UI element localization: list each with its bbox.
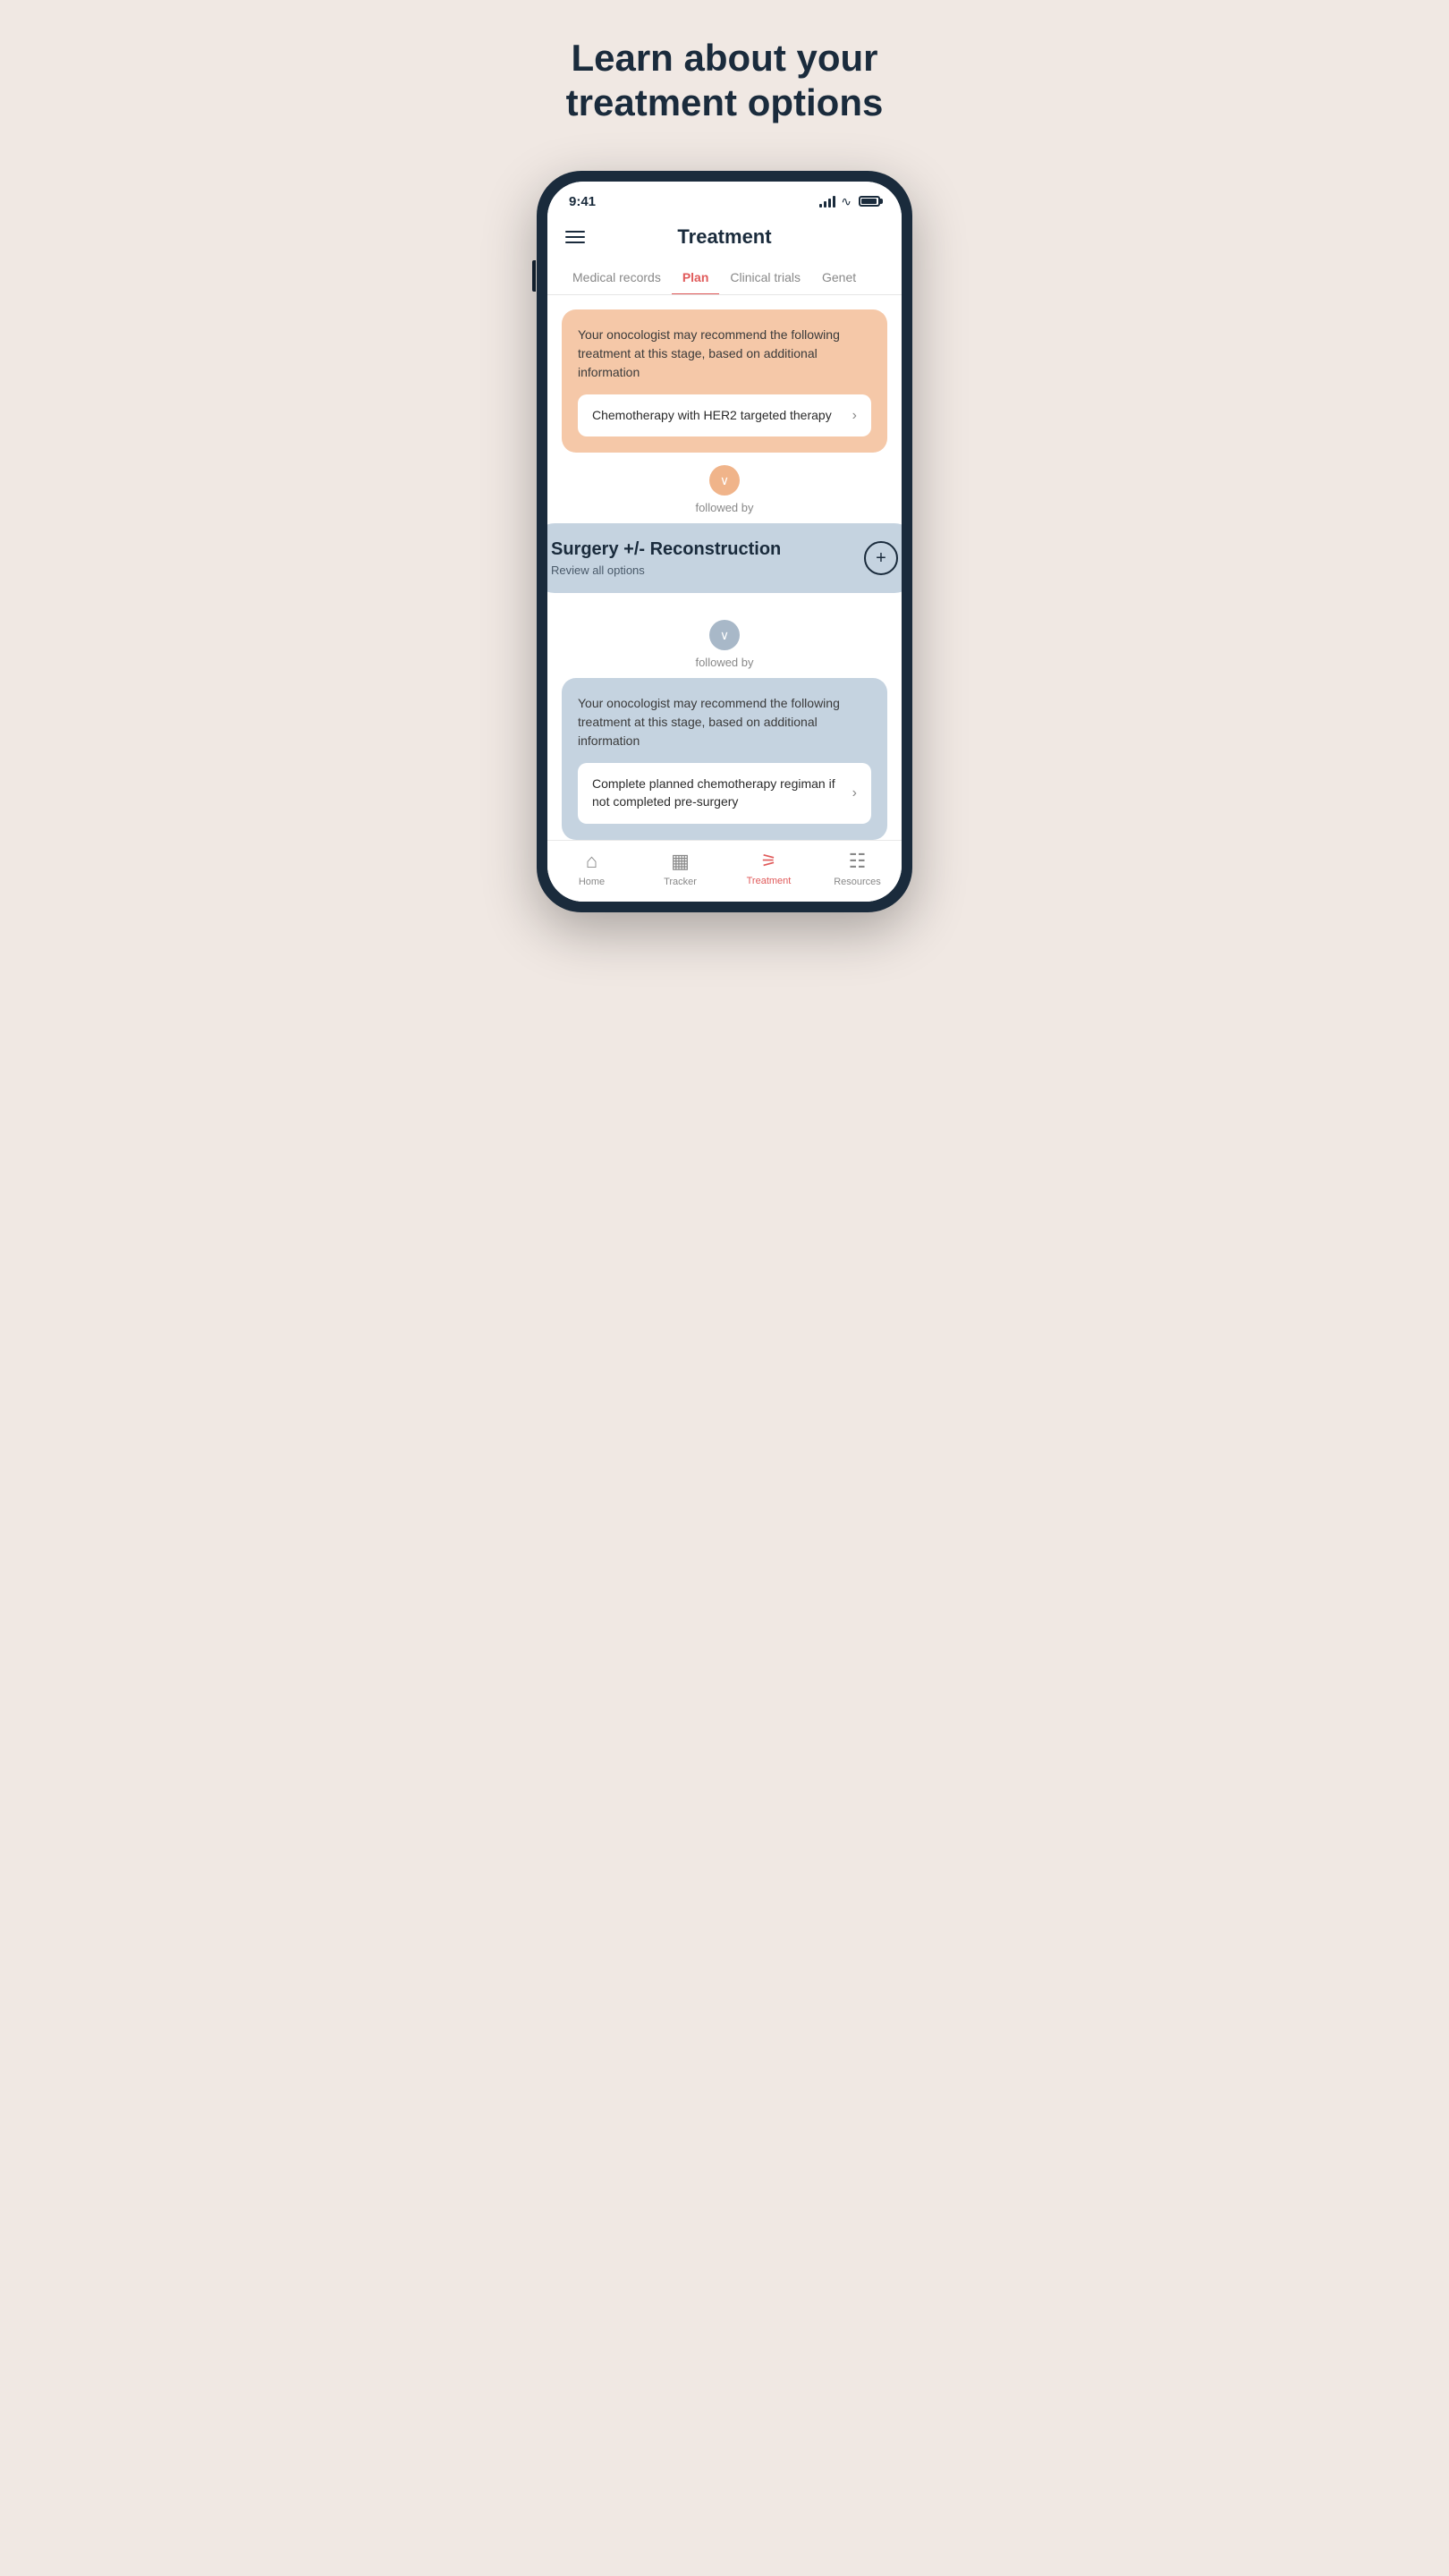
screen-content: Your onocologist may recommend the follo…: [547, 295, 902, 524]
tracker-icon: ▦: [671, 850, 690, 873]
app-header: Treatment: [547, 216, 902, 261]
nav-item-home[interactable]: ⌂ Home: [547, 850, 636, 887]
first-chevron-right-icon: ›: [852, 408, 857, 424]
page-headline: Learn about your treatment options: [566, 36, 884, 126]
battery-icon: [859, 196, 880, 207]
add-icon: +: [876, 549, 886, 567]
resources-icon: ☷: [849, 850, 867, 873]
surgery-card: Surgery +/- Reconstruction Review all op…: [547, 523, 902, 593]
tab-clinical-trials[interactable]: Clinical trials: [719, 261, 811, 295]
phone-frame: 9:41 ∿ Treatment: [537, 171, 912, 912]
nav-item-treatment[interactable]: ⚞ Treatment: [724, 850, 813, 887]
nav-item-tracker[interactable]: ▦ Tracker: [636, 850, 724, 887]
nav-label-treatment: Treatment: [747, 876, 792, 886]
treatment-icon: ⚞: [761, 850, 777, 872]
status-time: 9:41: [569, 194, 596, 209]
second-treatment-option-button[interactable]: Complete planned chemotherapy regiman if…: [578, 763, 871, 823]
screen-content-2: ∨ followed by Your onocologist may recom…: [547, 593, 902, 839]
tab-genetics[interactable]: Genet: [811, 261, 867, 295]
hamburger-icon[interactable]: [565, 231, 585, 243]
tab-plan[interactable]: Plan: [672, 261, 720, 295]
second-chevron-right-icon: ›: [852, 785, 857, 801]
status-icons: ∿: [819, 194, 880, 209]
home-icon: ⌂: [586, 850, 597, 873]
second-followed-by-text: followed by: [695, 656, 753, 669]
nav-label-resources: Resources: [834, 877, 881, 887]
surgery-card-content: Surgery +/- Reconstruction Review all op…: [551, 539, 864, 577]
surgery-add-button[interactable]: +: [864, 541, 898, 575]
second-chevron-down-circle: ∨: [709, 620, 740, 650]
wifi-icon: ∿: [841, 194, 852, 209]
second-recommendation-card: Your onocologist may recommend the follo…: [562, 678, 887, 839]
tabs-bar: Medical records Plan Clinical trials Gen…: [547, 261, 902, 295]
first-followed-by-section: ∨ followed by: [562, 453, 887, 523]
phone-screen: 9:41 ∿ Treatment: [547, 182, 902, 902]
tab-medical-records[interactable]: Medical records: [562, 261, 672, 295]
first-recommendation-text: Your onocologist may recommend the follo…: [578, 326, 871, 382]
surgery-title: Surgery +/- Reconstruction: [551, 539, 864, 560]
bottom-nav: ⌂ Home ▦ Tracker ⚞ Treatment ☷ Resources: [547, 840, 902, 902]
second-treatment-option-text: Complete planned chemotherapy regiman if…: [592, 775, 843, 810]
first-followed-by-text: followed by: [695, 501, 753, 514]
surgery-subtitle: Review all options: [551, 564, 864, 577]
nav-label-home: Home: [579, 877, 605, 887]
status-bar: 9:41 ∿: [547, 182, 902, 216]
nav-label-tracker: Tracker: [664, 877, 697, 887]
first-treatment-option-button[interactable]: Chemotherapy with HER2 targeted therapy …: [578, 394, 871, 437]
first-recommendation-card: Your onocologist may recommend the follo…: [562, 309, 887, 453]
signal-icon: [819, 195, 835, 208]
first-treatment-option-text: Chemotherapy with HER2 targeted therapy: [592, 407, 843, 425]
first-chevron-down-circle: ∨: [709, 465, 740, 496]
second-recommendation-text: Your onocologist may recommend the follo…: [578, 694, 871, 750]
second-followed-by-section: ∨ followed by: [562, 607, 887, 678]
nav-item-resources[interactable]: ☷ Resources: [813, 850, 902, 887]
app-title: Treatment: [677, 225, 771, 249]
